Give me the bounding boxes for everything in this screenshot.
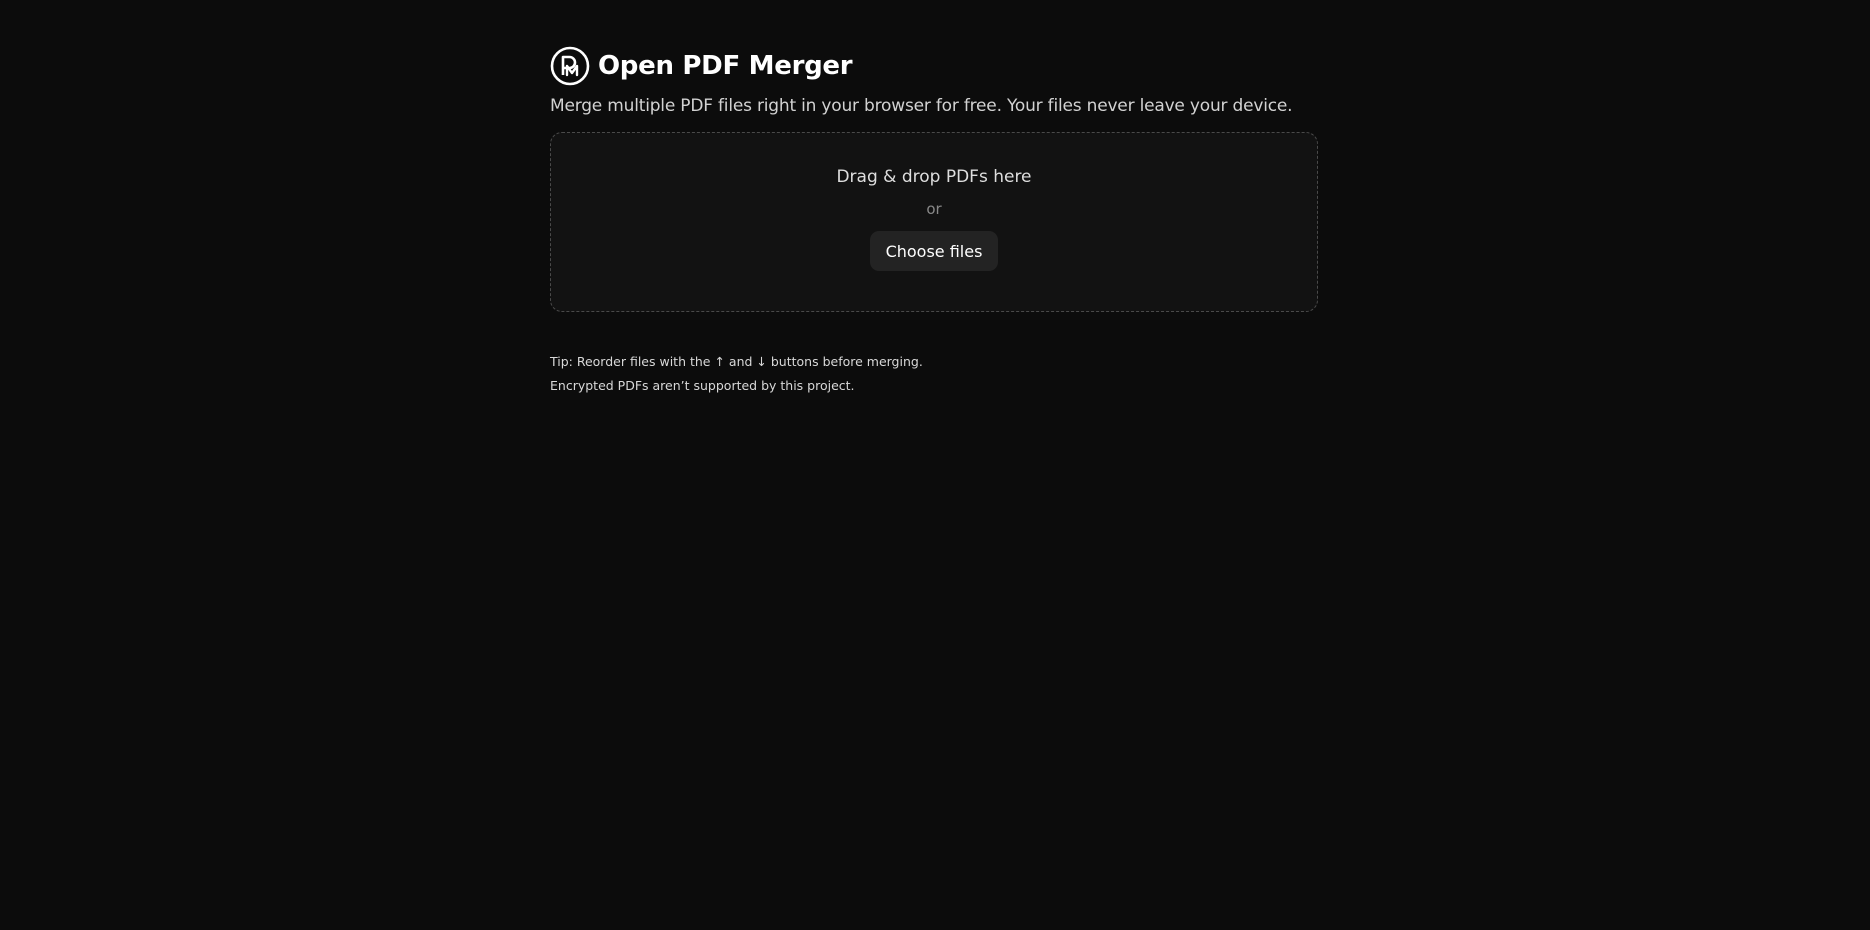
main-container: Open PDF Merger Merge multiple PDF files…: [550, 46, 1318, 398]
pm-monogram-icon: [550, 46, 590, 86]
dropzone-prompt: Drag & drop PDFs here: [836, 167, 1032, 187]
file-dropzone[interactable]: Drag & drop PDFs here or Choose files: [550, 132, 1318, 312]
tip-encrypted: Encrypted PDFs aren’t supported by this …: [550, 378, 855, 393]
page-title: Open PDF Merger: [598, 51, 853, 81]
tip-reorder: Tip: Reorder files with the ↑ and ↓ butt…: [550, 354, 923, 369]
app-header: Open PDF Merger: [550, 46, 1318, 86]
dropzone-separator: or: [926, 200, 942, 218]
choose-files-button[interactable]: Choose files: [869, 231, 999, 271]
page-subtitle: Merge multiple PDF files right in your b…: [550, 96, 1293, 116]
tips-section: Tip: Reorder files with the ↑ and ↓ butt…: [550, 350, 1318, 398]
